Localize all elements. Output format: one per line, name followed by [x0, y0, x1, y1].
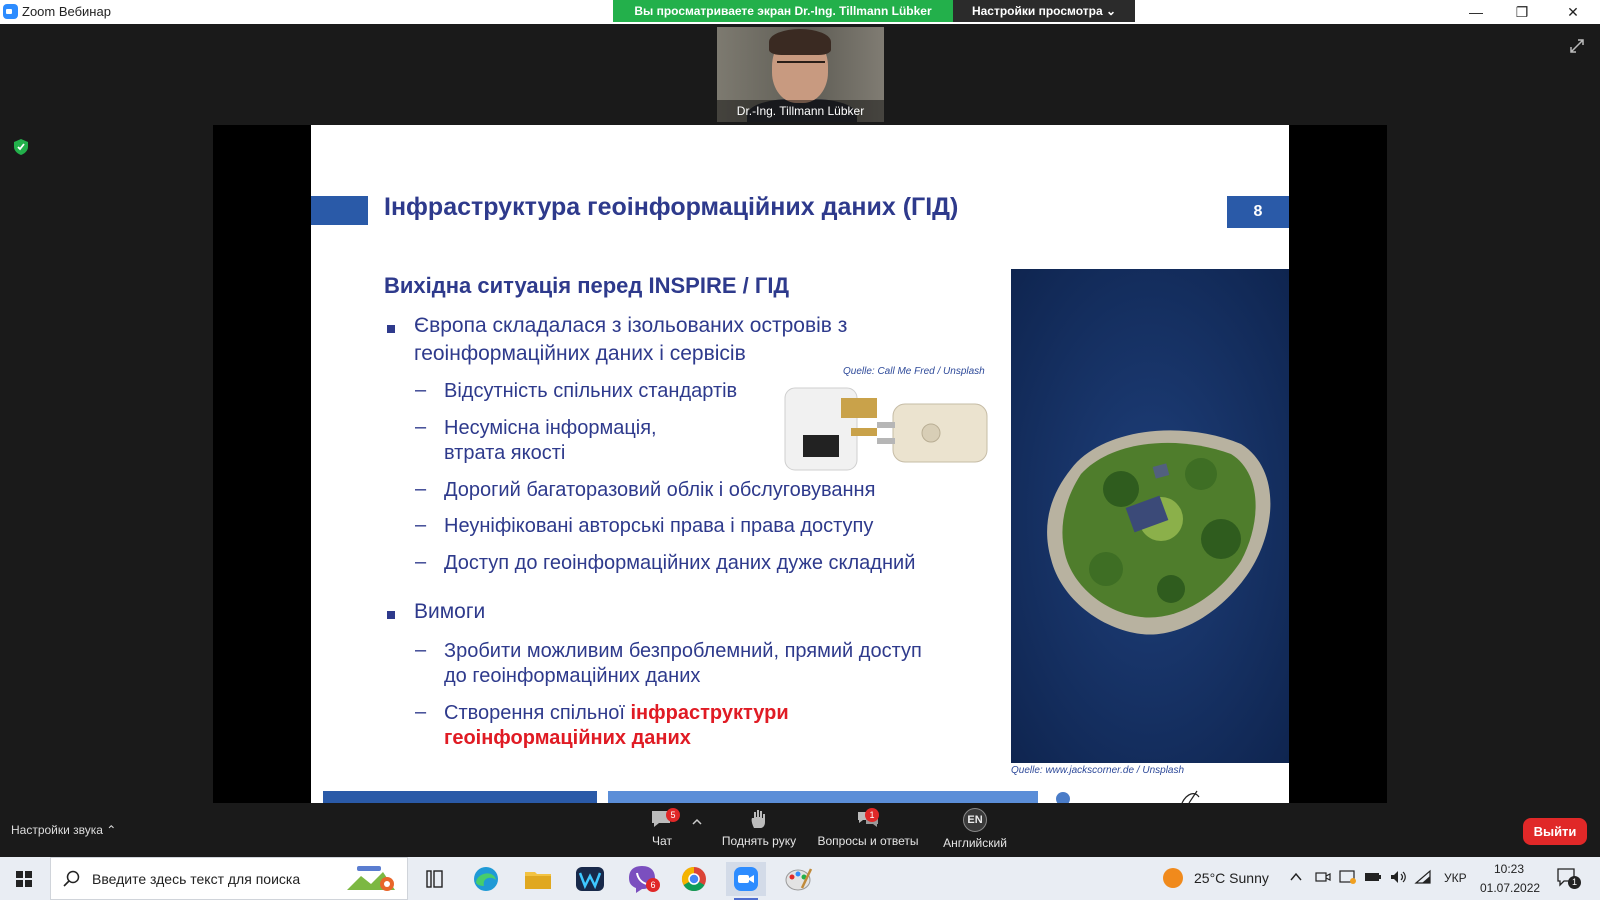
search-placeholder: Введите здесь текст для поиска: [92, 871, 301, 887]
sub-item-4: Неуніфіковані авторські права і права до…: [444, 515, 874, 537]
sub-item-5: Доступ до геоінформаційних даних дуже ск…: [444, 552, 916, 574]
dash-marker: –: [415, 416, 427, 438]
notifications-badge: 1: [1568, 876, 1581, 889]
audio-settings-button[interactable]: Настройки звука ⌃: [11, 823, 116, 837]
close-button[interactable]: ✕: [1550, 0, 1596, 24]
participant-name: Dr.-Ing. Tillmann Lübker: [717, 100, 884, 122]
minimize-button[interactable]: —: [1453, 0, 1499, 24]
slide-page-number: 8: [1227, 196, 1289, 228]
language-code-icon: EN: [963, 808, 987, 832]
meet-now-icon[interactable]: [1315, 869, 1331, 885]
dash-marker: –: [415, 639, 427, 661]
clock-date[interactable]: 01.07.2022: [1480, 881, 1540, 895]
language-interpretation-button[interactable]: EN Английский: [935, 808, 1015, 854]
zoom-logo-icon: [3, 4, 18, 19]
taskbar-search-box[interactable]: Введите здесь текст для поиска: [50, 857, 408, 900]
view-options-button[interactable]: Настройки просмотра ⌄: [953, 0, 1135, 22]
title-accent-bar: [311, 196, 368, 225]
sub-item-1: Відсутність спільних стандартів: [444, 380, 738, 402]
volume-icon[interactable]: [1389, 869, 1407, 885]
sub-item-7-line-1: Створення спільної інфраструктури: [444, 700, 789, 726]
raise-hand-label: Поднять руку: [721, 834, 797, 848]
sub-item-6-line-1: Зробити можливим безпроблемний, прямий д…: [444, 640, 922, 662]
dash-marker: –: [415, 478, 427, 500]
raise-hand-button[interactable]: Поднять руку: [715, 808, 803, 854]
island-aerial-photo: [1011, 269, 1289, 763]
sub-item-7-highlight-1: інфраструктури: [630, 702, 789, 724]
chrome-icon[interactable]: [674, 862, 714, 896]
sub-item-2-line-2: втрата якості: [444, 442, 566, 464]
weather-sun-icon[interactable]: [1162, 867, 1184, 889]
presentation-slide: Інфраструктура геоінформаційних даних (Г…: [311, 125, 1289, 803]
sub-item-7-highlight-2: геоінформаційних даних: [444, 727, 691, 749]
show-hidden-icons-chevron-icon[interactable]: [1290, 872, 1302, 882]
footer-logos-icon: [1056, 790, 1200, 803]
search-highlight-icon: [347, 866, 395, 891]
sub-item-7-prefix: Створення спільної: [444, 702, 631, 724]
edge-browser-icon[interactable]: [466, 862, 506, 896]
footer-bar-light: [608, 791, 1038, 803]
dash-marker: –: [415, 701, 427, 723]
bullet-2: Вимоги: [414, 600, 486, 623]
dash-marker: –: [415, 379, 427, 401]
leave-button[interactable]: Выйти: [1523, 818, 1587, 845]
viber-badge: 6: [646, 878, 660, 892]
dash-marker: –: [415, 551, 427, 573]
language-label: Английский: [943, 836, 1007, 850]
fullscreen-icon[interactable]: [1569, 38, 1585, 54]
security-shield-icon[interactable]: [13, 138, 29, 156]
zoom-icon: [734, 867, 758, 891]
chat-button[interactable]: 5 Чат: [642, 808, 682, 854]
task-view-icon[interactable]: [414, 862, 454, 896]
clock-time[interactable]: 10:23: [1494, 862, 1524, 876]
dash-marker: –: [415, 514, 427, 536]
network-status-icon[interactable]: [1339, 869, 1357, 885]
qa-label: Вопросы и ответы: [817, 834, 919, 848]
windows-taskbar: Введите здесь текст для поиска 6 25°C Su…: [0, 857, 1600, 900]
footer-bar-dark: [323, 791, 597, 803]
viber-app[interactable]: 6: [622, 862, 662, 896]
sub-item-6-line-2: до геоінформаційних даних: [444, 665, 701, 687]
weather-text[interactable]: 25°C Sunny: [1194, 870, 1269, 886]
title-bar: Zoom Вебинар Вы просматриваете экран Dr.…: [0, 0, 1600, 24]
search-icon: [63, 870, 80, 887]
hand-icon: [751, 810, 765, 828]
restore-button[interactable]: ❐: [1499, 0, 1545, 24]
speaker-video-thumbnail[interactable]: Dr.-Ing. Tillmann Lübker: [717, 27, 884, 122]
chat-badge: 5: [666, 808, 680, 822]
input-language-indicator[interactable]: УКР: [1444, 871, 1467, 885]
power-plugs-image: [784, 387, 988, 471]
window-title: Zoom Вебинар: [22, 4, 111, 19]
plug-image-credit: Quelle: Call Me Fred / Unsplash: [843, 366, 985, 377]
slide-subtitle: Вихідна ситуація перед INSPIRE / ГІД: [384, 273, 790, 298]
paint-icon[interactable]: [778, 862, 818, 896]
bullet-marker: [387, 325, 395, 333]
slide-title: Інфраструктура геоінформаційних даних (Г…: [384, 193, 959, 221]
chat-options-chevron-icon[interactable]: [692, 818, 702, 826]
battery-icon[interactable]: [1364, 870, 1382, 884]
wifi-icon[interactable]: [1414, 869, 1432, 885]
zoom-window: Zoom Вебинар Вы просматриваете экран Dr.…: [0, 0, 1600, 900]
screen-share-banner: Вы просматриваете экран Dr.-Ing. Tillman…: [613, 0, 953, 22]
file-explorer-icon[interactable]: [518, 862, 558, 896]
sub-item-2-line-1: Несумісна інформація,: [444, 417, 657, 439]
bullet-1-line-2: геоінформаційних даних і сервісів: [414, 342, 746, 365]
windows-start-icon[interactable]: [0, 857, 48, 900]
qa-badge: 1: [865, 808, 879, 822]
qa-button[interactable]: 1 Вопросы и ответы: [813, 808, 923, 854]
bullet-marker: [387, 611, 395, 619]
notifications-button[interactable]: 1: [1556, 867, 1582, 891]
webex-icon[interactable]: [570, 862, 610, 896]
bullet-1-line-1: Європа складалася з ізольованих островів…: [414, 314, 848, 337]
island-image-credit: Quelle: www.jackscorner.de / Unsplash: [1011, 765, 1185, 776]
chat-label: Чат: [652, 834, 672, 848]
zoom-taskbar-app[interactable]: [726, 862, 766, 900]
sub-item-3: Дорогий багаторазовий облік і обслуговув…: [444, 479, 876, 501]
